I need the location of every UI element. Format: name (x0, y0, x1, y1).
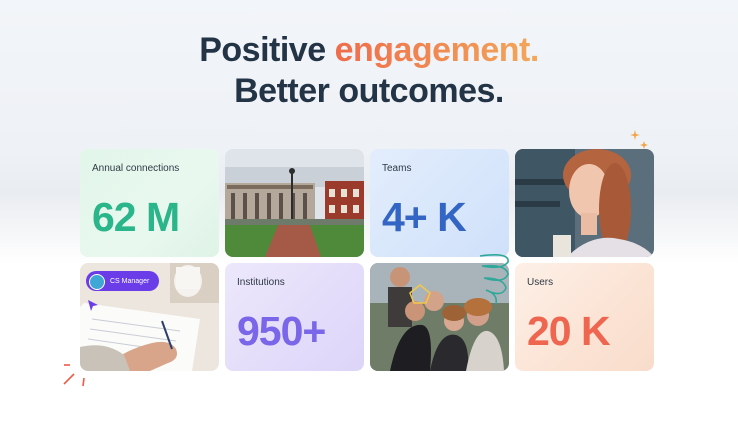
stat-value: 4+ K (382, 194, 467, 240)
headline-prefix: Positive (199, 31, 326, 69)
writing-hand-photo: CS Manager (80, 263, 219, 371)
stat-value: 20 K (527, 308, 611, 354)
cs-manager-label: CS Manager (110, 277, 150, 285)
stat-label: Users (527, 277, 554, 288)
cs-manager-badge: CS Manager (86, 271, 160, 291)
sparkle-icon (630, 130, 648, 149)
stat-label: Teams (382, 163, 412, 174)
young-woman-portrait-photo (515, 149, 654, 257)
headline-line-2: Better outcomes. (234, 72, 504, 110)
burst-lines-decoration (63, 364, 85, 387)
stat-label: Institutions (237, 277, 285, 288)
stat-value: 950+ (237, 308, 326, 354)
stat-label: Annual connections (92, 163, 180, 174)
teal-spiral-decoration (479, 254, 509, 305)
stat-card-teams: Teams 4+ K (370, 149, 509, 257)
stat-value: 62 M (92, 194, 180, 240)
headline-accent: engagement. (334, 31, 540, 69)
stat-card-users: Users 20 K (515, 263, 654, 371)
headline: Positive engagement. Better outcomes. (0, 30, 738, 112)
cursor-arrow-icon (88, 300, 98, 311)
campus-building-photo (225, 149, 364, 257)
headline-line-1: Positive engagement. (0, 30, 738, 71)
avatar (89, 274, 105, 290)
stat-card-annual-connections: Annual connections 62 M (80, 149, 219, 257)
stat-card-institutions: Institutions 950+ (225, 263, 364, 371)
